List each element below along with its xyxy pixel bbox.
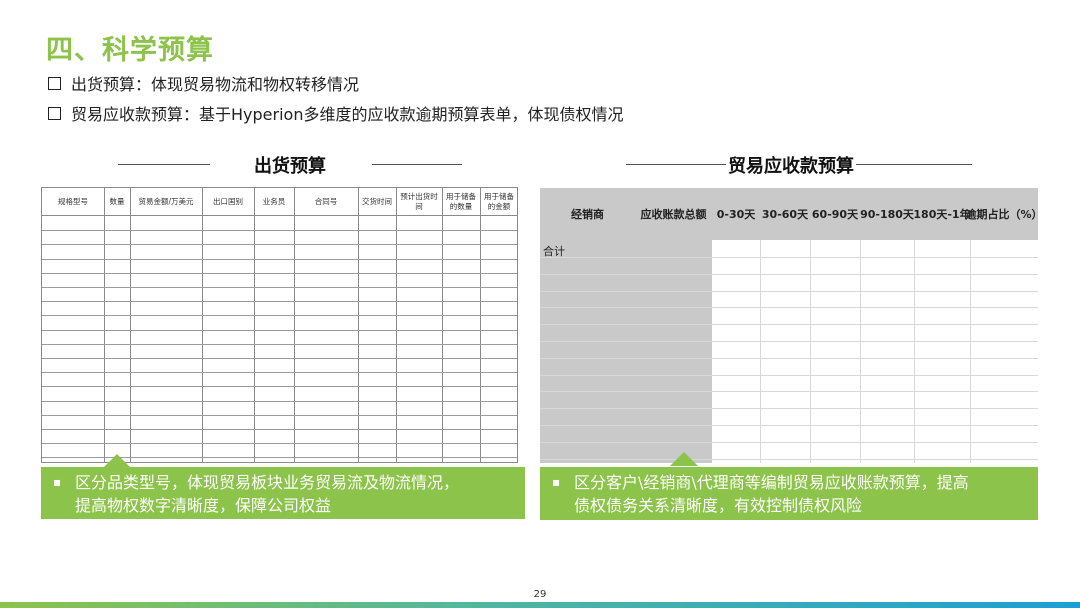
table-row-line xyxy=(540,341,1038,342)
table-row-line xyxy=(540,324,1038,326)
table-row-line xyxy=(540,257,1038,258)
bullet-text: 出货预算：体现贸易物流和物权转移情况 xyxy=(71,75,360,94)
table-row-line xyxy=(540,458,1038,460)
grid-line xyxy=(396,188,397,462)
bullet-list: 出货预算：体现贸易物流和物权转移情况 贸易应收款预算：基于Hyperion多维度… xyxy=(48,68,623,128)
grid-line xyxy=(970,240,971,463)
shipment-callout: ▪ 区分品类型号，体现贸易板块业务贸易流及物流情况， 提高物权数字清晰度，保障公… xyxy=(41,467,525,519)
callout-pointer xyxy=(670,452,698,466)
grid-line xyxy=(914,240,915,463)
grid-line xyxy=(860,240,861,463)
grid-line xyxy=(810,240,811,463)
column-header: 逾期占比（%） xyxy=(965,208,1043,221)
bullet-item: 贸易应收款预算：基于Hyperion多维度的应收款逾期预算表单，体现债权情况 xyxy=(48,98,623,128)
square-bullet-icon: ▪ xyxy=(552,475,561,489)
footer-gradient-bar xyxy=(0,602,1080,608)
grid-line xyxy=(254,188,255,462)
grid-line xyxy=(294,188,295,462)
bullet-item: 出货预算：体现贸易物流和物权转移情况 xyxy=(48,68,623,98)
column-header: 90-180天 xyxy=(860,208,914,221)
page-number: 29 xyxy=(533,589,547,600)
callout-pointer xyxy=(103,454,131,468)
column-header: 出口国别 xyxy=(213,197,243,206)
section-title-receivable: 贸易应收款预算 xyxy=(726,152,856,178)
table-row-line xyxy=(42,315,517,317)
table-row-line xyxy=(540,441,1038,443)
callout-line: 提高物权数字清晰度，保障公司权益 xyxy=(75,496,332,515)
column-header: 用于储备的金额 xyxy=(484,192,514,211)
table-row-line xyxy=(42,258,517,260)
table-row-line xyxy=(540,374,1038,376)
column-header: 经销商 xyxy=(571,208,604,221)
column-header: 30-60天 xyxy=(761,208,809,221)
column-header: 数量 xyxy=(109,197,125,206)
table-row-line xyxy=(42,400,517,402)
column-header: 用于储备的数量 xyxy=(446,192,476,211)
slide-title: 四、科学预算 xyxy=(46,35,214,66)
heading-rule-right xyxy=(372,164,462,165)
table-row-line xyxy=(540,273,1038,275)
receivable-callout: ▪ 区分客户\经销商\代理商等编制贸易应收账款预算，提高 债权债务关系清晰度，有… xyxy=(540,467,1038,520)
callout-line: 债权债务关系清晰度，有效控制债权风险 xyxy=(574,496,863,515)
column-header: 交货时间 xyxy=(362,197,392,206)
grid-line xyxy=(130,188,131,462)
table-row-line xyxy=(42,358,517,359)
square-bullet-icon: ▪ xyxy=(53,475,62,489)
table-row-line xyxy=(540,408,1038,410)
column-header: 合同号 xyxy=(314,197,338,206)
table-row-line xyxy=(42,386,517,388)
table-row-line xyxy=(42,372,517,374)
table-row-line xyxy=(42,301,517,303)
table-row-line xyxy=(42,429,517,430)
column-header: 60-90天 xyxy=(811,208,859,221)
grid-line xyxy=(202,188,203,462)
checkbox-square-icon xyxy=(48,76,61,90)
table-row-line xyxy=(540,307,1038,309)
table-row-line xyxy=(42,287,517,288)
table-row-line xyxy=(540,425,1038,426)
checkbox-square-icon xyxy=(48,106,61,120)
receivable-budget-table: 经销商 应收账款总额 0-30天 30-60天 60-90天 90-180天 1… xyxy=(540,188,1043,463)
table-header: 规格型号 数量 贸易金额/万美元 出口国别 业务员 合同号 交货时间 预计出货时… xyxy=(42,188,517,216)
grid-line xyxy=(760,240,761,463)
table-row-line xyxy=(540,290,1038,292)
column-header: 贸易金额/万美元 xyxy=(138,197,194,206)
table-row-line xyxy=(42,443,517,445)
column-header: 0-30天 xyxy=(716,208,756,221)
bullet-text: 贸易应收款预算：基于Hyperion多维度的应收款逾期预算表单，体现债权情况 xyxy=(71,105,624,124)
grid-line xyxy=(358,188,359,462)
table-row-line xyxy=(42,230,517,232)
table-row-line xyxy=(540,357,1038,359)
section-title-shipment: 出货预算 xyxy=(254,156,326,177)
column-header: 预计出货时间 xyxy=(400,192,438,211)
callout-line: 区分客户\经销商\代理商等编制贸易应收账款预算，提高 xyxy=(574,473,969,492)
column-header: 应收账款总额 xyxy=(640,208,707,221)
column-header: 180天-1年 xyxy=(913,208,971,221)
callout-line: 区分品类型号，体现贸易板块业务贸易流及物流情况， xyxy=(75,473,460,492)
table-row-line xyxy=(42,414,517,416)
table-row-line xyxy=(540,391,1038,393)
table-row-line xyxy=(42,272,517,274)
table-row-line xyxy=(42,244,517,246)
heading-rule-left xyxy=(118,164,210,165)
grid-line xyxy=(442,188,443,462)
table-row-line xyxy=(42,343,517,345)
table-row-line xyxy=(42,329,517,331)
column-header: 业务员 xyxy=(262,197,286,206)
table-header: 经销商 应收账款总额 0-30天 30-60天 60-90天 90-180天 1… xyxy=(540,188,1043,240)
column-header: 规格型号 xyxy=(58,197,88,206)
grid-line xyxy=(480,188,481,462)
shipment-budget-table: 规格型号 数量 贸易金额/万美元 出口国别 业务员 合同号 交货时间 预计出货时… xyxy=(41,187,518,463)
grid-line xyxy=(104,188,105,462)
